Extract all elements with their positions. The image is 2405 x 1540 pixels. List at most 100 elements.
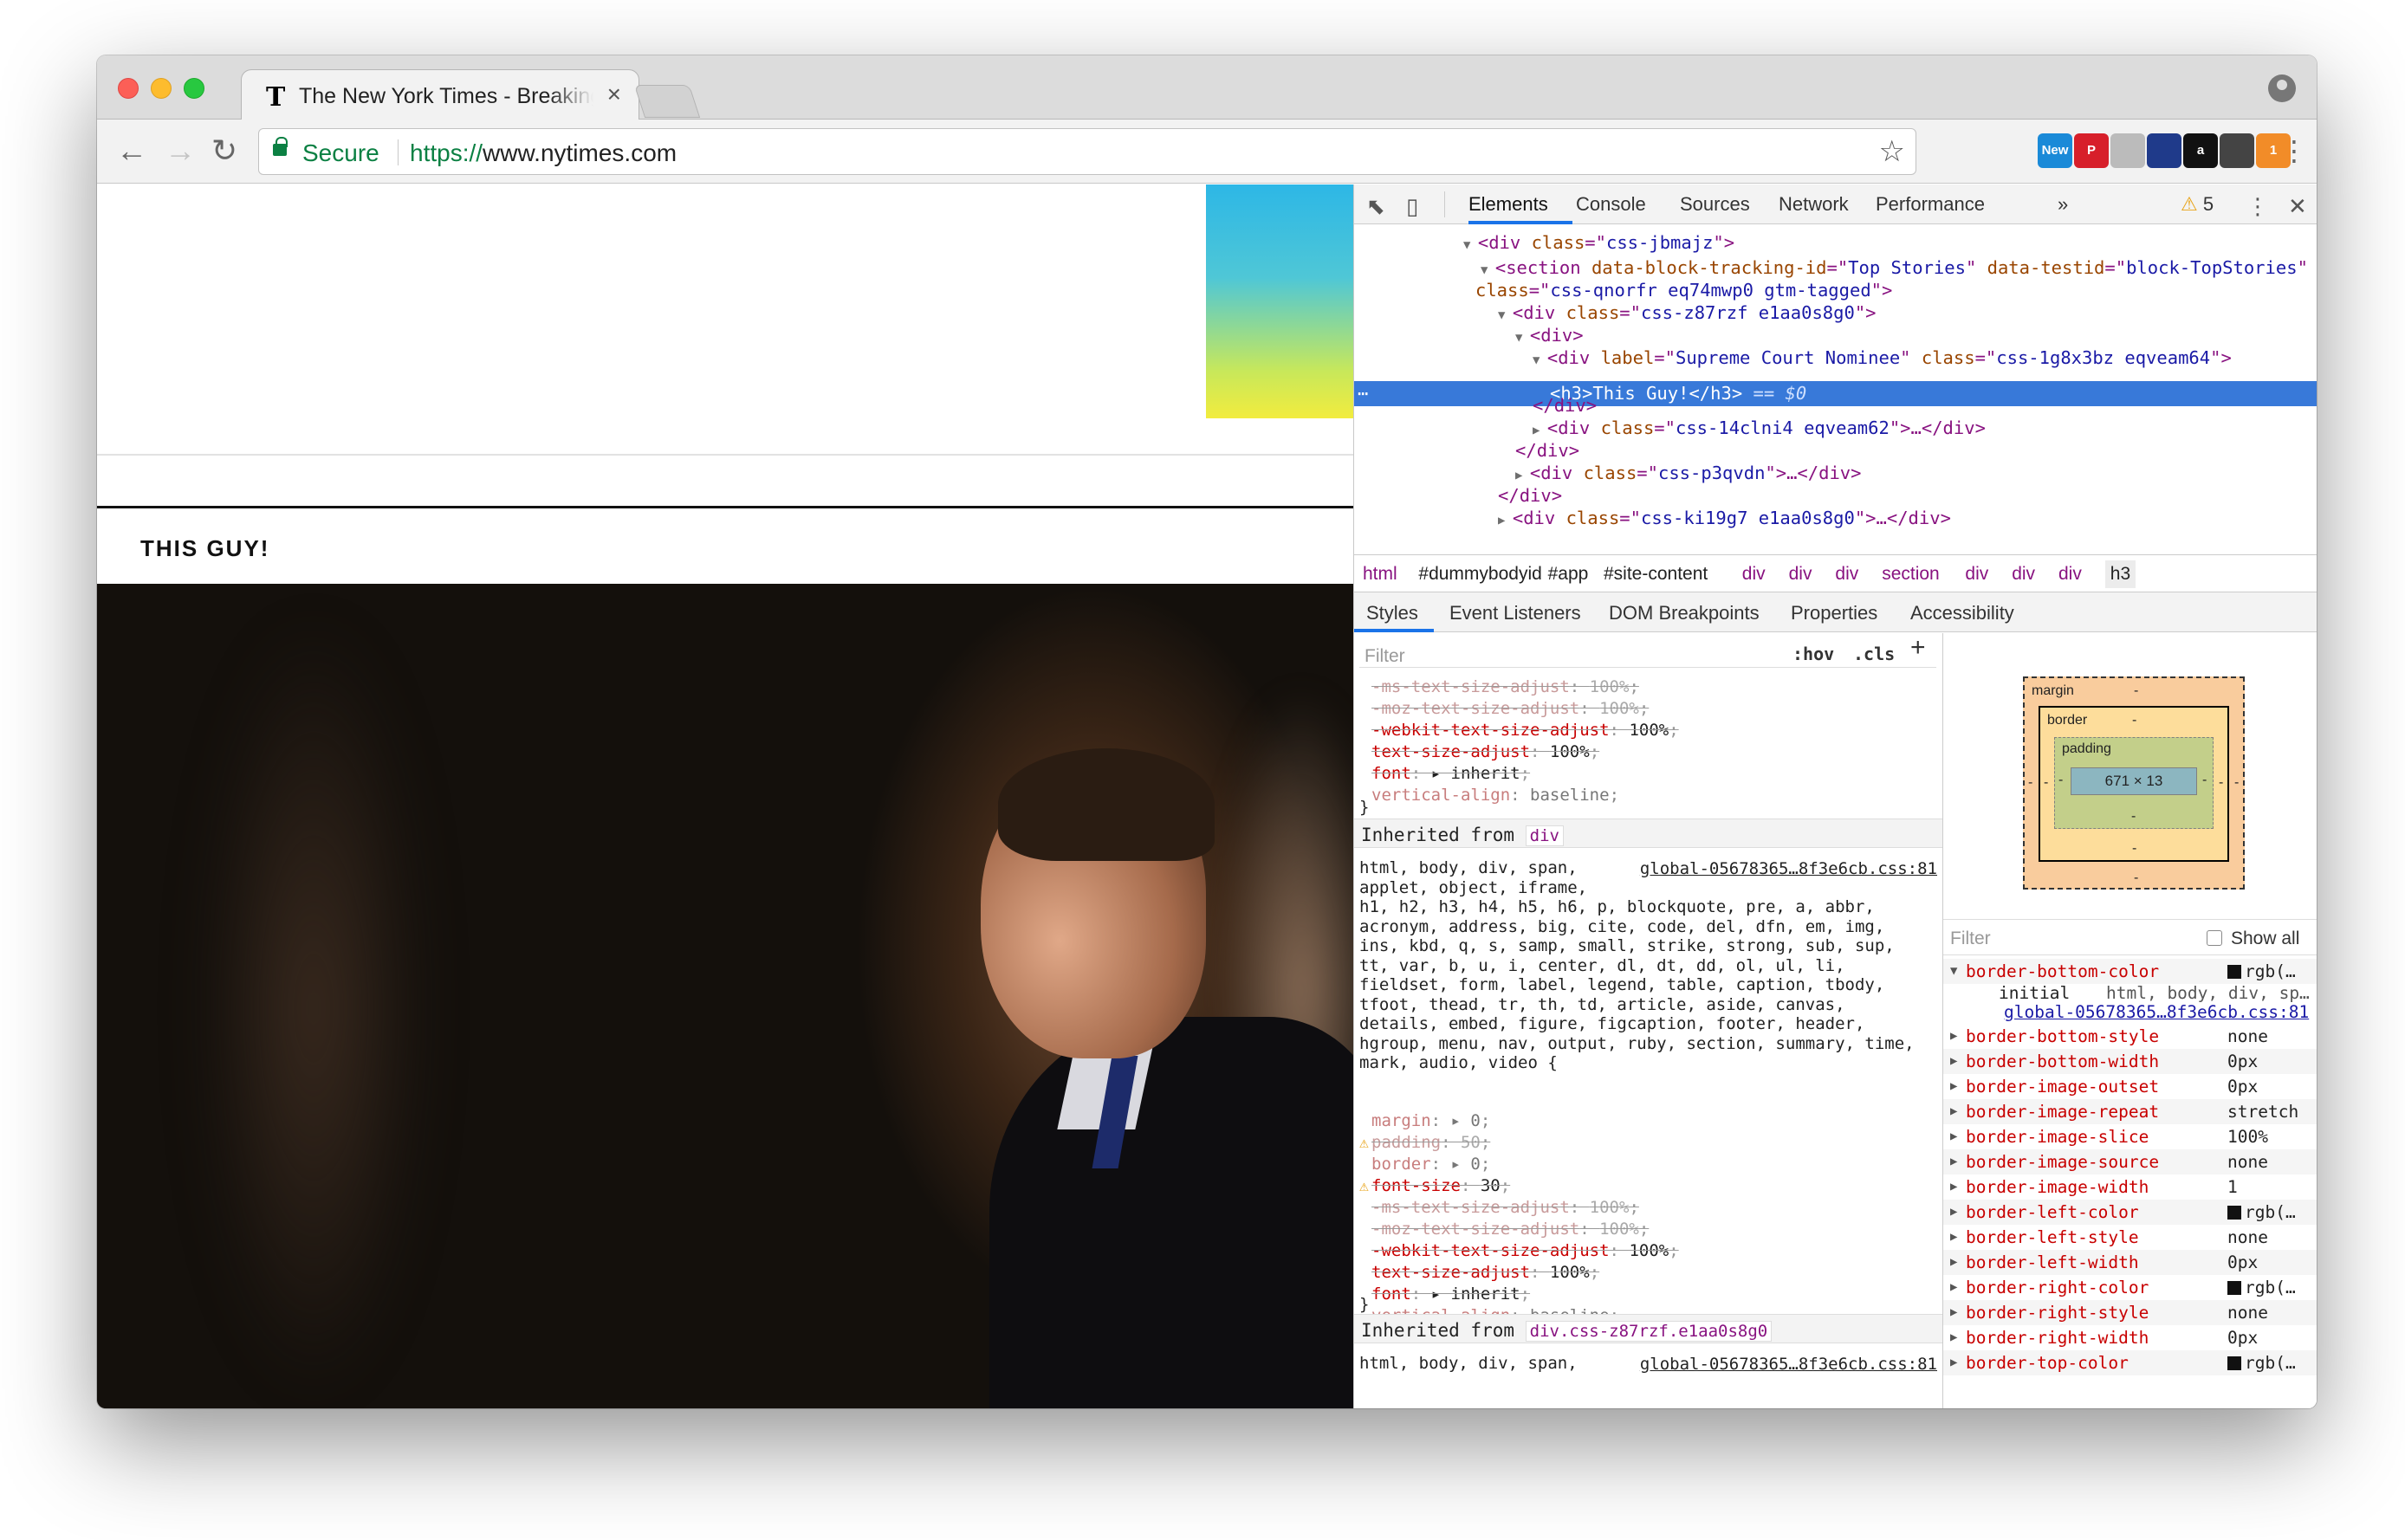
style-property-value[interactable]: ▸ inherit <box>1431 1284 1520 1304</box>
computed-property-border-image-width[interactable]: ▶ border-image-width 1 <box>1943 1174 2317 1200</box>
pinterest-icon[interactable]: P <box>2074 133 2109 168</box>
devtools-tab-console[interactable]: Console <box>1576 193 1646 216</box>
style-property-name[interactable]: -webkit-text-size-adjust <box>1371 721 1610 740</box>
style-property-name[interactable]: border <box>1371 1155 1431 1174</box>
tab-nytimes[interactable]: T The New York Times - Breaking News × <box>241 69 639 120</box>
computed-property-border-image-slice[interactable]: ▶ border-image-slice 100% <box>1943 1124 2317 1149</box>
inspect-element-icon[interactable]: ⬉ <box>1366 193 1385 220</box>
expand-triangle-icon[interactable]: ▶ <box>1950 1074 1957 1099</box>
address-bar[interactable]: Secure https://www.nytimes.com ☆ <box>258 128 1916 175</box>
close-tab-icon[interactable]: × <box>607 81 621 108</box>
expand-triangle-icon[interactable]: ▶ <box>1950 1250 1957 1275</box>
computed-property-border-right-width[interactable]: ▶ border-right-width 0px <box>1943 1325 2317 1350</box>
style-property-value[interactable]: 100% <box>1599 699 1639 718</box>
computed-property-border-image-outset[interactable]: ▶ border-image-outset 0px <box>1943 1074 2317 1099</box>
subtab-event-listeners[interactable]: Event Listeners <box>1449 602 1581 624</box>
dom-node[interactable]: </div> <box>1515 438 1579 463</box>
devtools-tab-elements[interactable]: Elements <box>1468 193 1548 216</box>
dom-node[interactable]: class="css-qnorfr eq74mwp0 gtm-tagged"> <box>1475 278 1892 303</box>
dom-node[interactable]: ▶ <div class="css-p3qvdn">…</div> <box>1515 461 1862 489</box>
dom-node[interactable]: ▶ <div class="css-ki19g7 e1aa0s8g0">…</d… <box>1498 506 1951 534</box>
style-property-name[interactable]: text-size-adjust <box>1371 742 1530 761</box>
bookmark-star-icon[interactable]: ☆ <box>1879 134 1905 169</box>
style-declaration[interactable]: -moz-text-size-adjust: 100%; <box>1371 698 1649 720</box>
style-declaration[interactable]: font-size: 30; <box>1371 1175 1510 1197</box>
maximize-window-icon[interactable] <box>184 78 204 99</box>
devtools-tab-network[interactable]: Network <box>1779 193 1849 216</box>
style-property-value[interactable]: 100% <box>1550 1263 1590 1282</box>
style-property-name[interactable]: margin <box>1371 1111 1431 1130</box>
expand-triangle-icon[interactable]: ▶ <box>1950 1024 1957 1049</box>
devtools-tab-performance[interactable]: Performance <box>1876 193 1985 216</box>
nominee-photo[interactable] <box>97 584 1353 1408</box>
trace-stylesheet-link[interactable]: global-05678365…8f3e6cb.css:81 <box>2004 1003 2309 1022</box>
dom-node[interactable]: </div> <box>1533 393 1597 418</box>
style-property-name[interactable]: font <box>1371 764 1411 783</box>
breadcrumb-sitecontent[interactable]: #site-content <box>1604 564 1708 585</box>
devtools-menu-icon[interactable]: ⋮ <box>2246 193 2269 220</box>
style-declaration[interactable]: text-size-adjust: 100%; <box>1371 1262 1599 1284</box>
box-model-content[interactable]: 671 × 13 <box>2071 767 2197 795</box>
border-left-value[interactable]: - <box>2044 775 2048 791</box>
style-property-name[interactable]: -moz-text-size-adjust <box>1371 699 1579 718</box>
expand-triangle-icon[interactable]: ▶ <box>1950 1300 1957 1325</box>
dom-node[interactable]: </div> <box>1498 483 1562 508</box>
computed-property-border-left-width[interactable]: ▶ border-left-width 0px <box>1943 1250 2317 1275</box>
margin-bottom-value[interactable]: - <box>2134 870 2138 886</box>
computed-property-border-left-style[interactable]: ▶ border-left-style none <box>1943 1225 2317 1250</box>
style-property-value[interactable]: ▸ 0 <box>1451 1111 1481 1130</box>
computed-property-border-top-color[interactable]: ▶ border-top-color rgb(… <box>1943 1350 2317 1375</box>
browser-menu-icon[interactable]: ⋮ <box>2280 132 2308 170</box>
drive-icon[interactable] <box>2110 133 2145 168</box>
style-property-value[interactable]: 100% <box>1550 742 1590 761</box>
device-toolbar-icon[interactable]: ▯ <box>1406 193 1418 220</box>
profile-icon[interactable] <box>2268 74 2296 102</box>
rule-selector[interactable]: html, body, div, span, applet, object, i… <box>1359 858 1915 1073</box>
back-icon[interactable]: ← <box>116 132 147 170</box>
inherited-element[interactable]: div.css-z87rzf.e1aa0s8g0 <box>1525 1321 1773 1342</box>
expand-triangle-icon[interactable]: ▶ <box>1950 1174 1957 1200</box>
breadcrumb-div[interactable]: div <box>1789 564 1812 585</box>
style-property-value[interactable]: 100% <box>1629 721 1669 740</box>
style-declaration[interactable]: -moz-text-size-adjust: 100%; <box>1371 1219 1649 1240</box>
color-swatch[interactable] <box>2227 1356 2241 1370</box>
dom-node[interactable]: ▶ <div class="css-14clni4 eqveam62">…</d… <box>1533 416 1986 443</box>
expand-triangle-icon[interactable]: ▶ <box>1950 1149 1957 1174</box>
style-declaration[interactable]: vertical-align: baseline; <box>1371 785 1619 806</box>
devtools-tab-sources[interactable]: Sources <box>1680 193 1750 216</box>
computed-property-border-bottom-width[interactable]: ▶ border-bottom-width 0px <box>1943 1049 2317 1074</box>
style-declaration[interactable]: border: ▸ 0; <box>1371 1154 1490 1175</box>
style-property-name[interactable]: font <box>1371 1284 1411 1304</box>
subtab-accessibility[interactable]: Accessibility <box>1910 602 2014 624</box>
minimize-window-icon[interactable] <box>151 78 172 99</box>
expand-triangle-icon[interactable]: ▶ <box>1950 1200 1957 1225</box>
style-declaration[interactable]: padding: 50; <box>1371 1132 1490 1154</box>
computed-property-border-left-color[interactable]: ▶ border-left-color rgb(… <box>1943 1200 2317 1225</box>
style-declaration[interactable]: margin: ▸ 0; <box>1371 1110 1490 1132</box>
padding-bottom-value[interactable]: - <box>2131 809 2136 825</box>
computed-property-border-image-source[interactable]: ▶ border-image-source none <box>1943 1149 2317 1174</box>
rule-selector[interactable]: html, body, div, span, <box>1359 1354 1578 1374</box>
new-tab-button[interactable] <box>633 85 701 118</box>
new-style-rule-icon[interactable]: + <box>1910 635 1926 661</box>
margin-left-value[interactable]: - <box>2028 775 2032 791</box>
expand-triangle-icon[interactable]: ▶ <box>1950 1124 1957 1149</box>
chat-extension-icon[interactable] <box>2220 133 2254 168</box>
padding-left-value[interactable]: - <box>2058 773 2063 788</box>
breadcrumb-div[interactable]: div <box>1835 564 1858 585</box>
expand-triangle-icon[interactable]: ▶ <box>1533 424 1547 437</box>
style-property-name[interactable]: vertical-align <box>1371 786 1510 805</box>
expand-triangle-icon[interactable]: ▶ <box>1950 1325 1957 1350</box>
subtab-dom-breakpoints[interactable]: DOM Breakpoints <box>1609 602 1760 624</box>
hov-toggle[interactable]: :hov <box>1792 644 1834 665</box>
expand-triangle-icon[interactable]: ▶ <box>1515 469 1530 482</box>
new-extension-icon[interactable]: New <box>2038 133 2072 168</box>
collapse-triangle-icon[interactable]: ▼ <box>1481 263 1495 277</box>
story-headline[interactable]: THIS GUY! <box>140 535 269 562</box>
flag-extension-icon[interactable] <box>2147 133 2181 168</box>
dom-node[interactable]: ▼ <div class="css-jbmajz"> <box>1463 230 1734 258</box>
expand-triangle-icon[interactable]: ▶ <box>1950 1350 1957 1375</box>
style-property-value[interactable]: 30 <box>1481 1176 1501 1195</box>
collapse-triangle-icon[interactable]: ▼ <box>1533 353 1547 367</box>
dom-node[interactable]: ▼ <div label="Supreme Court Nominee" cla… <box>1533 346 2232 373</box>
